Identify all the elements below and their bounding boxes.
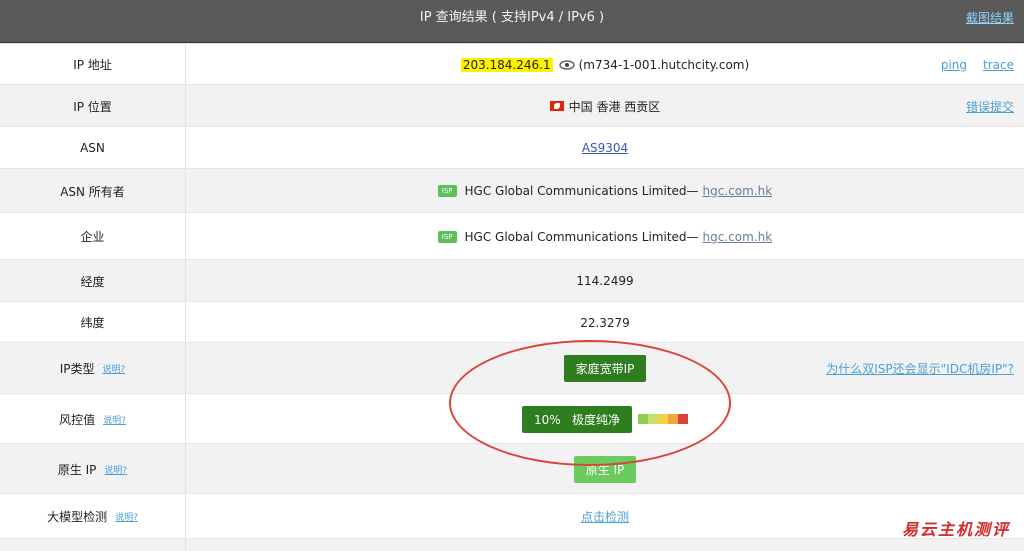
native-ip-badge: 原生 IP bbox=[573, 455, 637, 483]
risk-segment-2 bbox=[648, 414, 659, 424]
dual-isp-question-link[interactable]: 为什么双ISP还会显示"IDC机房IP"? bbox=[826, 360, 1014, 377]
native-ip-label: 原生 IP 说明? bbox=[0, 444, 186, 494]
asn-owner-label: ASN 所有者 bbox=[0, 169, 186, 213]
row-longitude: 经度 114.2499 bbox=[0, 259, 1024, 302]
row-enterprise: 企业 ISP HGC Global Communications Limited… bbox=[0, 212, 1024, 260]
enterprise-value: ISP HGC Global Communications Limited— h… bbox=[186, 213, 1024, 260]
risk-segment-1 bbox=[638, 414, 649, 424]
hostname-text: (m734-1-001.hutchcity.com) bbox=[578, 57, 750, 72]
row-asn: ASN AS9304 bbox=[0, 126, 1024, 169]
asn-owner-name: HGC Global Communications Limited— bbox=[464, 184, 699, 198]
location-text: 中国 香港 西贡区 bbox=[568, 99, 661, 114]
native-ip-value: 原生 IP bbox=[186, 444, 1024, 494]
row-partial bbox=[0, 538, 1024, 551]
ip-type-label: IP类型 说明? bbox=[0, 343, 186, 394]
partial-label bbox=[0, 539, 186, 551]
longitude-value: 114.2499 bbox=[576, 274, 634, 288]
ping-link[interactable]: ping bbox=[941, 58, 967, 72]
trace-link[interactable]: trace bbox=[983, 58, 1014, 72]
ip-location-value: 中国 香港 西贡区 bbox=[186, 85, 1024, 127]
risk-hint-link[interactable]: 说明? bbox=[103, 413, 126, 426]
ip-location-label: IP 位置 bbox=[0, 85, 186, 127]
isp-badge: ISP bbox=[437, 230, 457, 243]
ip-type-tools: 为什么双ISP还会显示"IDC机房IP"? bbox=[826, 343, 1014, 394]
asn-label: ASN bbox=[0, 127, 186, 169]
llm-check-value: 点击检测 bbox=[186, 494, 1024, 539]
asn-link[interactable]: AS9304 bbox=[582, 141, 628, 155]
isp-badge: ISP bbox=[437, 185, 457, 197]
row-ip-address: IP 地址 203.184.246.1 (m734-1-001.hutchcit… bbox=[0, 43, 1024, 85]
row-llm-check: 大模型检测 说明? 点击检测 bbox=[0, 493, 1024, 539]
asn-owner-value: ISP HGC Global Communications Limited— h… bbox=[186, 169, 1024, 213]
click-detect-link[interactable]: 点击检测 bbox=[581, 508, 629, 525]
result-header: IP 查询结果 ( 支持IPv4 / IPv6 ) 截图结果 bbox=[0, 0, 1024, 43]
risk-level-bar bbox=[638, 414, 689, 424]
risk-value: 10% 极度纯净 bbox=[186, 394, 1024, 444]
row-latitude: 纬度 22.3279 bbox=[0, 301, 1024, 343]
ip-address-value: 203.184.246.1 (m734-1-001.hutchcity.com) bbox=[186, 44, 1024, 85]
risk-badge: 10% 极度纯净 bbox=[521, 405, 633, 433]
row-ip-location: IP 位置 中国 香港 西贡区 错误提交 bbox=[0, 84, 1024, 127]
latitude-label: 纬度 bbox=[0, 302, 186, 343]
row-native-ip: 原生 IP 说明? 原生 IP bbox=[0, 443, 1024, 494]
asn-value: AS9304 bbox=[186, 127, 1024, 169]
enterprise-domain-link[interactable]: hgc.com.hk bbox=[703, 230, 773, 244]
watermark: 易云主机测评 bbox=[901, 520, 1010, 539]
latitude-value: 22.3279 bbox=[580, 315, 630, 330]
row-risk-score: 风控值 说明? 10% 极度纯净 bbox=[0, 393, 1024, 444]
page-title: IP 查询结果 ( 支持IPv4 / IPv6 ) bbox=[419, 10, 605, 25]
risk-segment-3 bbox=[658, 414, 669, 424]
hong-kong-flag-icon bbox=[549, 101, 564, 111]
ip-type-badge: 家庭宽带IP bbox=[563, 355, 647, 382]
eye-icon[interactable] bbox=[559, 59, 575, 70]
location-tools: 错误提交 bbox=[966, 85, 1014, 127]
row-ip-type: IP类型 说明? 家庭宽带IP 为什么双ISP还会显示"IDC机房IP"? bbox=[0, 342, 1024, 394]
native-ip-hint-link[interactable]: 说明? bbox=[104, 463, 127, 476]
enterprise-name: HGC Global Communications Limited— bbox=[464, 229, 699, 244]
ip-tools: ping trace bbox=[941, 44, 1014, 85]
asn-owner-domain-link[interactable]: hgc.com.hk bbox=[703, 184, 773, 198]
longitude-label: 经度 bbox=[0, 260, 186, 302]
risk-segment-4 bbox=[668, 414, 679, 424]
llm-check-hint-link[interactable]: 说明? bbox=[115, 510, 138, 523]
enterprise-label: 企业 bbox=[0, 213, 186, 260]
ip-address-label: IP 地址 bbox=[0, 44, 186, 85]
ip-type-hint-link[interactable]: 说明? bbox=[103, 362, 126, 375]
screenshot-link[interactable]: 截图结果 bbox=[966, 0, 1014, 36]
llm-check-label: 大模型检测 说明? bbox=[0, 494, 186, 539]
ip-text: 203.184.246.1 bbox=[460, 57, 553, 72]
risk-label: 风控值 说明? bbox=[0, 394, 186, 444]
risk-segment-5 bbox=[678, 414, 689, 424]
row-asn-owner: ASN 所有者 ISP HGC Global Communications Li… bbox=[0, 168, 1024, 213]
report-error-link[interactable]: 错误提交 bbox=[966, 98, 1014, 115]
